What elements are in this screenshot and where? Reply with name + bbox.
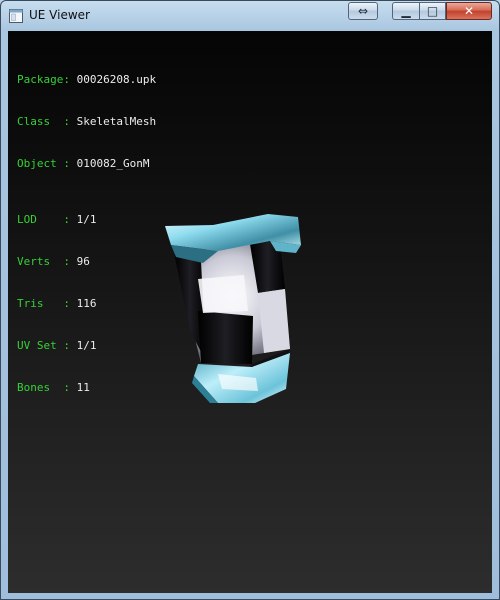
close-button[interactable]: ✕ <box>446 2 492 20</box>
double-arrow-icon: ⇔ <box>357 4 369 18</box>
mesh-body <box>174 241 290 371</box>
minimize-button[interactable]: ▁ <box>392 2 419 20</box>
window-title: UE Viewer <box>29 8 90 22</box>
close-icon: ✕ <box>463 4 475 18</box>
minimize-icon: ▁ <box>401 4 411 18</box>
3d-viewport[interactable]: Package: 00026208.upk Class : SkeletalMe… <box>8 31 492 593</box>
skeletal-mesh-render[interactable] <box>8 31 492 593</box>
maximize-button[interactable]: □ <box>419 2 446 20</box>
maximize-icon: □ <box>426 4 439 18</box>
app-window: UE Viewer ⇔ ▁ □ ✕ Package: 00026208.upk … <box>0 0 500 600</box>
window-app-icon <box>9 9 23 23</box>
title-bar[interactable]: UE Viewer ⇔ ▁ □ ✕ <box>1 1 499 31</box>
resize-button[interactable]: ⇔ <box>348 2 378 20</box>
